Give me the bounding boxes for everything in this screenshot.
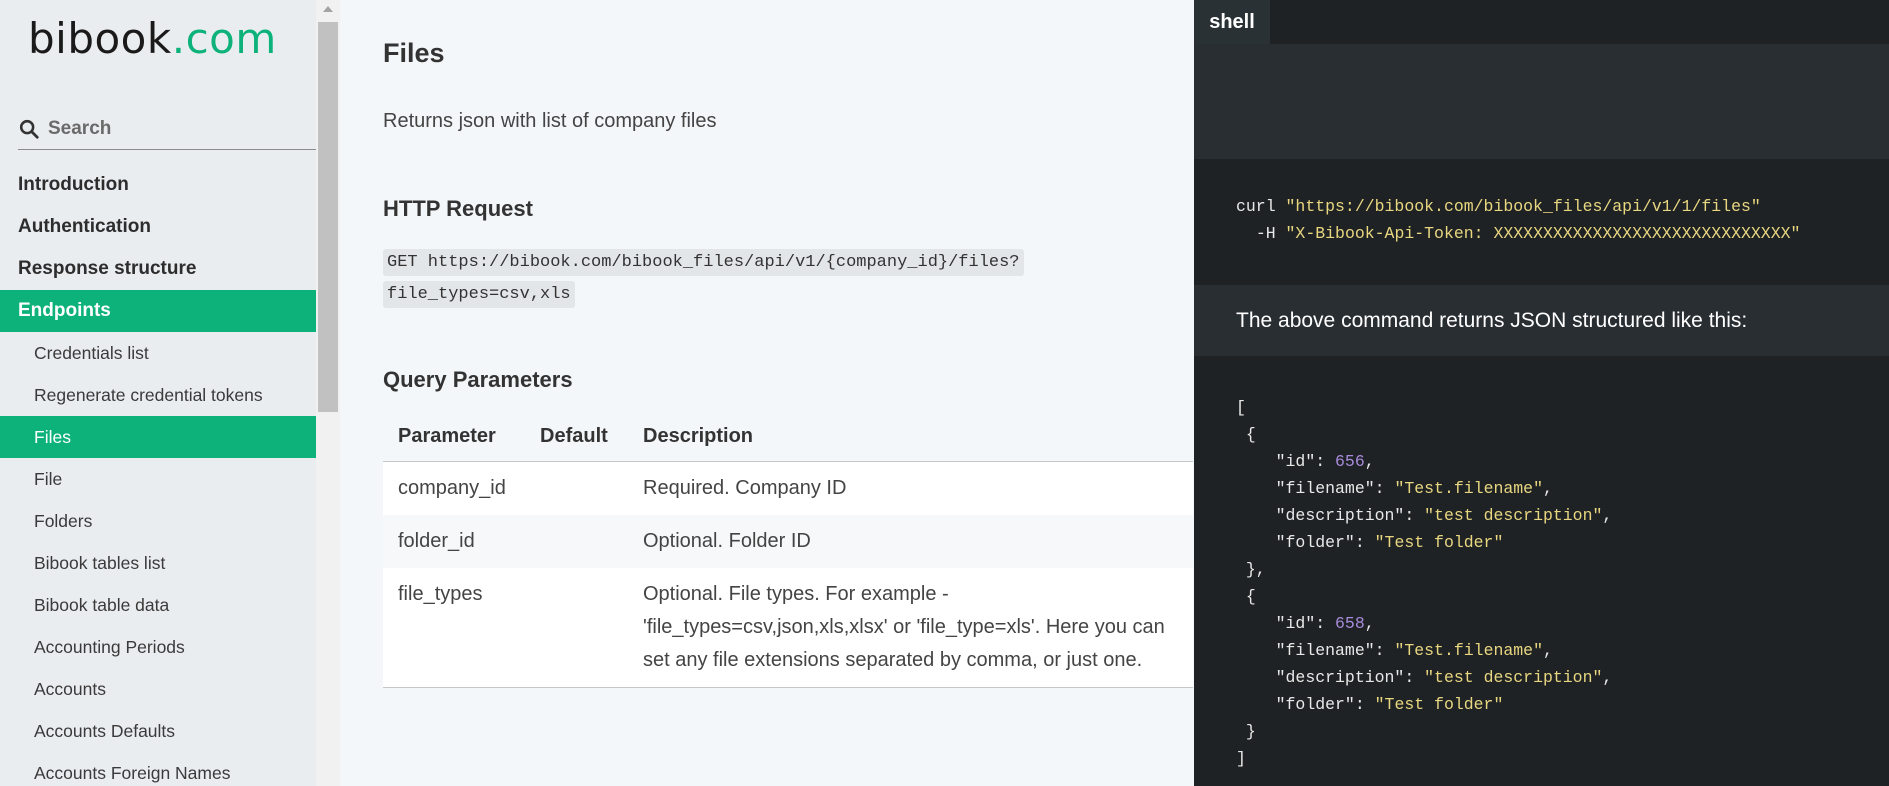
query-parameters-heading: Query Parameters: [383, 367, 573, 392]
curl-header-value: "X-Bibook-Api-Token: XXXXXXXXXXXXXXXXXXX…: [1285, 224, 1801, 243]
param-name: company_id: [383, 461, 525, 515]
page-description: Returns json with list of company files: [383, 110, 717, 132]
curl-header-flag: -H: [1255, 224, 1276, 243]
column-header-default: Default: [525, 413, 628, 462]
sidebar-item-accounts[interactable]: Accounts: [0, 668, 316, 710]
curl-command: curl: [1236, 197, 1276, 216]
json-string-value: "Test.filename": [1394, 641, 1543, 660]
json-number-value: 658: [1335, 614, 1365, 633]
returns-json-text: The above command returns JSON structure…: [1194, 285, 1889, 356]
brand-logo[interactable]: bibook.com: [28, 14, 277, 63]
param-default: [525, 461, 628, 515]
sidebar-item-introduction[interactable]: Introduction: [0, 164, 316, 206]
search-box: [18, 108, 316, 150]
column-header-description: Description: [628, 413, 1193, 462]
sidebar-item-files[interactable]: Files: [0, 416, 316, 458]
table-header-row: Parameter Default Description: [383, 413, 1193, 462]
brand-name-accent: .com: [171, 14, 277, 63]
json-response-code-block: [ { "id": 656, "filename": "Test.filenam…: [1194, 356, 1889, 786]
column-header-parameter: Parameter: [383, 413, 525, 462]
json-key: "description": [1275, 506, 1405, 525]
param-default: [525, 514, 628, 568]
sidebar-item-bibook-table-data[interactable]: Bibook table data: [0, 584, 316, 626]
curl-code-block: curl "https://bibook.com/bibook_files/ap…: [1194, 159, 1889, 285]
brand-name: bibook: [28, 14, 172, 63]
table-row: folder_id Optional. Folder ID: [383, 514, 1193, 568]
param-description: Optional. File types. For example - 'fil…: [628, 567, 1193, 688]
sidebar-item-authentication[interactable]: Authentication: [0, 206, 316, 248]
http-request-text: GET https://bibook.com/bibook_files/api/…: [383, 249, 1024, 308]
param-description: Optional. Folder ID: [628, 514, 1193, 568]
search-input[interactable]: [48, 117, 298, 140]
json-string-value: "test description": [1424, 506, 1603, 525]
param-name: folder_id: [383, 514, 525, 568]
scroll-up-arrow-icon[interactable]: [323, 6, 333, 12]
code-panel-spacer: [1194, 44, 1889, 159]
json-key: "folder": [1275, 695, 1355, 714]
json-number-value: 656: [1335, 452, 1365, 471]
json-key: "description": [1275, 668, 1405, 687]
json-key: "filename": [1275, 641, 1375, 660]
json-string-value: "test description": [1424, 668, 1603, 687]
http-request-code: GET https://bibook.com/bibook_files/api/…: [383, 247, 1193, 311]
sidebar-item-bibook-tables-list[interactable]: Bibook tables list: [0, 542, 316, 584]
sidebar-nav: Introduction Authentication Response struc…: [0, 164, 316, 786]
sidebar: bibook.com IntroductionAuthenticationRes…: [0, 0, 316, 786]
json-key: "id": [1275, 614, 1316, 633]
json-key: "filename": [1275, 479, 1375, 498]
sidebar-scrollbar[interactable]: [316, 0, 340, 786]
query-parameters-table: Parameter Default Description company_id…: [383, 413, 1193, 688]
curl-url: "https://bibook.com/bibook_files/api/v1/…: [1285, 197, 1761, 216]
http-request-heading: HTTP Request: [383, 196, 533, 221]
param-description: Required. Company ID: [628, 461, 1193, 515]
sidebar-item-accounts-foreign-names[interactable]: Accounts Foreign Names: [0, 752, 316, 786]
json-string-value: "Test.filename": [1394, 479, 1543, 498]
json-string-value: "Test folder": [1374, 695, 1504, 714]
sidebar-item-endpoints[interactable]: Endpoints: [0, 290, 316, 332]
sidebar-item-response-structure[interactable]: Response structure: [0, 248, 316, 290]
language-tabs: shell: [1194, 0, 1889, 44]
param-default: [525, 567, 628, 688]
scrollbar-thumb[interactable]: [318, 22, 338, 412]
param-name: file_types: [383, 567, 525, 688]
json-string-value: "Test folder": [1374, 533, 1504, 552]
sidebar-item-credentials-list[interactable]: Credentials list: [0, 332, 316, 374]
page-title: Files: [383, 38, 445, 68]
sidebar-item-accounts-defaults[interactable]: Accounts Defaults: [0, 710, 316, 752]
tab-shell[interactable]: shell: [1194, 0, 1270, 44]
table-row: company_id Required. Company ID: [383, 461, 1193, 515]
table-row: file_types Optional. File types. For exa…: [383, 567, 1193, 688]
sidebar-item-folders[interactable]: Folders: [0, 500, 316, 542]
code-panel: shell curl "https://bibook.com/bibook_fi…: [1194, 0, 1889, 786]
main-content: Files Returns json with list of company …: [340, 0, 1194, 786]
json-key: "folder": [1275, 533, 1355, 552]
search-icon: [19, 119, 39, 139]
sidebar-item-regenerate-credential-tokens[interactable]: Regenerate credential tokens: [0, 374, 316, 416]
json-key: "id": [1275, 452, 1316, 471]
sidebar-item-accounting-periods[interactable]: Accounting Periods: [0, 626, 316, 668]
sidebar-item-file[interactable]: File: [0, 458, 316, 500]
